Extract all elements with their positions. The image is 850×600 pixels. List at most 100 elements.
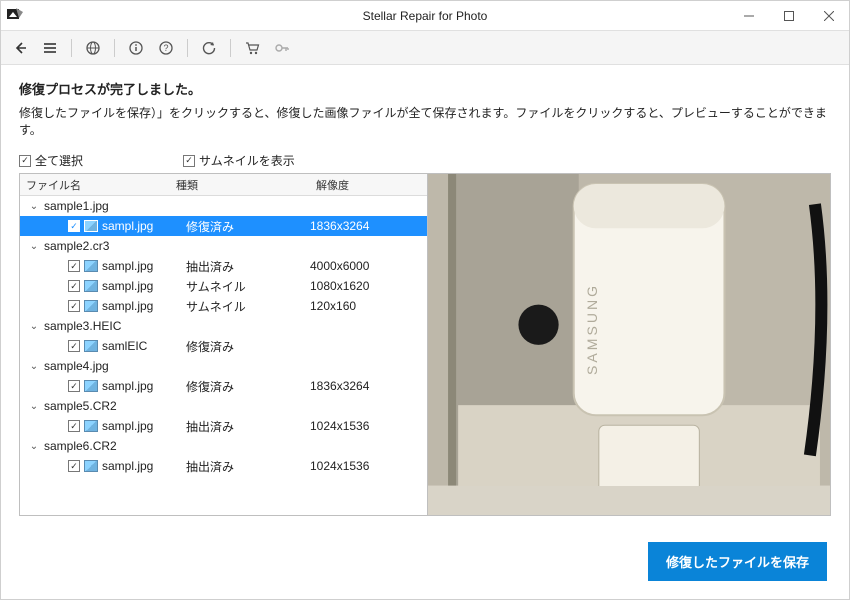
file-type: 修復済み	[186, 218, 310, 235]
file-name: sampl.jpg	[102, 279, 153, 293]
file-name: sampl.jpg	[102, 299, 153, 313]
file-type: 抽出済み	[186, 458, 310, 475]
file-type: 抽出済み	[186, 418, 310, 435]
checkbox-icon[interactable]	[68, 380, 80, 392]
tree-file-row[interactable]: sampl.jpg 修復済み1836x3264	[20, 216, 427, 236]
tree-group[interactable]: ⌄ sample1.jpg	[20, 196, 427, 216]
select-all-checkbox[interactable]: 全て選択	[19, 152, 83, 169]
back-button[interactable]	[7, 35, 33, 61]
tree-group[interactable]: ⌄ sample2.cr3	[20, 236, 427, 256]
file-resolution: 1024x1536	[310, 459, 427, 473]
file-name: sampl.jpg	[102, 419, 153, 433]
group-label: sample6.CR2	[44, 439, 117, 453]
select-all-label: 全て選択	[35, 152, 83, 169]
image-file-icon	[84, 380, 98, 392]
svg-text:?: ?	[163, 43, 168, 53]
file-type: サムネイル	[186, 298, 310, 315]
checkbox-icon[interactable]	[68, 220, 80, 232]
image-file-icon	[84, 260, 98, 272]
page-title: 修復プロセスが完了しました。	[19, 79, 831, 98]
file-resolution: 1836x3264	[310, 379, 427, 393]
footer: 修復したファイルを保存	[1, 528, 849, 599]
image-file-icon	[84, 460, 98, 472]
file-name: sampl.jpg	[102, 259, 153, 273]
page-subtitle: 修復したファイルを保存）」をクリックすると、修復した画像ファイルが全て保存されま…	[19, 104, 831, 138]
file-resolution: 1080x1620	[310, 279, 427, 293]
checkbox-icon[interactable]	[68, 420, 80, 432]
image-file-icon	[84, 420, 98, 432]
toolbar: ?	[1, 31, 849, 65]
file-tree: ファイル名 種類 解像度 ⌄sample1.jpg sampl.jpg修復済み1…	[20, 174, 428, 515]
column-type[interactable]: 種類	[170, 177, 310, 193]
chevron-down-icon: ⌄	[28, 320, 40, 332]
cart-button[interactable]	[239, 35, 265, 61]
tree-file-row[interactable]: sampl.jpg 抽出済み1024x1536	[20, 416, 427, 436]
file-name: sampl.jpg	[102, 219, 153, 233]
chevron-down-icon: ⌄	[28, 360, 40, 372]
tree-file-row[interactable]: sampl.jpg 抽出済み1024x1536	[20, 456, 427, 476]
close-button[interactable]	[809, 1, 849, 31]
tree-body[interactable]: ⌄sample1.jpg sampl.jpg修復済み1836x3264⌄samp…	[20, 196, 427, 515]
tree-group[interactable]: ⌄ sample5.CR2	[20, 396, 427, 416]
image-file-icon	[84, 220, 98, 232]
window-title: Stellar Repair for Photo	[1, 9, 849, 23]
file-resolution: 4000x6000	[310, 259, 427, 273]
group-label: sample4.jpg	[44, 359, 109, 373]
refresh-button[interactable]	[196, 35, 222, 61]
file-type: 抽出済み	[186, 258, 310, 275]
titlebar: Stellar Repair for Photo	[1, 1, 849, 31]
checkbox-icon	[19, 155, 31, 167]
tree-file-row[interactable]: sampl.jpg サムネイル1080x1620	[20, 276, 427, 296]
checkbox-icon[interactable]	[68, 280, 80, 292]
show-thumbnails-checkbox[interactable]: サムネイルを表示	[183, 152, 295, 169]
tree-header: ファイル名 種類 解像度	[20, 174, 427, 196]
file-type: 修復済み	[186, 378, 310, 395]
group-label: sample2.cr3	[44, 239, 109, 253]
group-label: sample1.jpg	[44, 199, 109, 213]
tree-file-row[interactable]: sampl.jpg 抽出済み4000x6000	[20, 256, 427, 276]
tree-group[interactable]: ⌄ sample6.CR2	[20, 436, 427, 456]
column-resolution[interactable]: 解像度	[310, 177, 427, 193]
chevron-down-icon: ⌄	[28, 400, 40, 412]
file-name: samlEIC	[102, 339, 147, 353]
svg-text:SAMSUNG: SAMSUNG	[584, 283, 600, 375]
checkbox-icon[interactable]	[68, 340, 80, 352]
menu-button[interactable]	[37, 35, 63, 61]
chevron-down-icon: ⌄	[28, 440, 40, 452]
image-file-icon	[84, 300, 98, 312]
content-area: 修復プロセスが完了しました。 修復したファイルを保存）」をクリックすると、修復し…	[1, 65, 849, 528]
language-button[interactable]	[80, 35, 106, 61]
chevron-down-icon: ⌄	[28, 200, 40, 212]
chevron-down-icon: ⌄	[28, 240, 40, 252]
tree-file-row[interactable]: sampl.jpg サムネイル120x160	[20, 296, 427, 316]
file-resolution: 1836x3264	[310, 219, 427, 233]
activate-button[interactable]	[269, 35, 295, 61]
column-name[interactable]: ファイル名	[20, 177, 170, 193]
app-icon	[1, 1, 31, 31]
info-button[interactable]	[123, 35, 149, 61]
checkbox-icon[interactable]	[68, 300, 80, 312]
show-thumbnails-label: サムネイルを表示	[199, 152, 295, 169]
file-type: サムネイル	[186, 278, 310, 295]
group-label: sample3.HEIC	[44, 319, 121, 333]
file-name: sampl.jpg	[102, 459, 153, 473]
file-name: sampl.jpg	[102, 379, 153, 393]
file-resolution: 120x160	[310, 299, 427, 313]
save-repaired-button[interactable]: 修復したファイルを保存	[648, 542, 827, 581]
file-type: 修復済み	[186, 338, 310, 355]
tree-group[interactable]: ⌄ sample4.jpg	[20, 356, 427, 376]
tree-file-row[interactable]: samlEIC 修復済み	[20, 336, 427, 356]
minimize-button[interactable]	[729, 1, 769, 31]
image-file-icon	[84, 280, 98, 292]
group-label: sample5.CR2	[44, 399, 117, 413]
preview-pane: SAMSUNG	[428, 174, 830, 515]
checkbox-icon	[183, 155, 195, 167]
checkbox-icon[interactable]	[68, 460, 80, 472]
help-button[interactable]: ?	[153, 35, 179, 61]
image-file-icon	[84, 340, 98, 352]
tree-group[interactable]: ⌄ sample3.HEIC	[20, 316, 427, 336]
checkbox-icon[interactable]	[68, 260, 80, 272]
file-resolution: 1024x1536	[310, 419, 427, 433]
tree-file-row[interactable]: sampl.jpg 修復済み1836x3264	[20, 376, 427, 396]
maximize-button[interactable]	[769, 1, 809, 31]
